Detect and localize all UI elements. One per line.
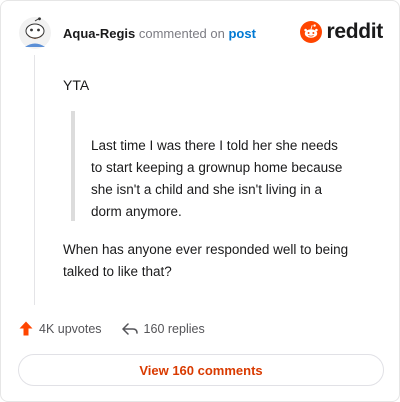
username-link[interactable]: Aqua-Regis bbox=[63, 26, 135, 41]
reddit-logo-icon bbox=[300, 21, 323, 43]
reddit-brand[interactable]: reddit bbox=[300, 20, 383, 44]
comment-header: Aqua-Regis commented on post bbox=[63, 26, 256, 41]
comment-actions: 4K upvotes 160 replies bbox=[19, 321, 205, 336]
quote-block: Last time I was there I told her she nee… bbox=[71, 111, 367, 221]
commented-on-text: commented on bbox=[138, 26, 225, 41]
post-link[interactable]: post bbox=[228, 26, 255, 41]
quote-line: she isn't a child and she isn't living i… bbox=[91, 182, 323, 197]
comment-text-first: YTA bbox=[63, 77, 90, 93]
upvote-count: 4K upvotes bbox=[39, 321, 102, 336]
reply-line: When has anyone ever responded well to b… bbox=[63, 242, 349, 257]
thread-line[interactable] bbox=[34, 55, 35, 305]
reply-arrow-icon bbox=[121, 322, 138, 335]
upvote-arrow-icon bbox=[19, 321, 33, 336]
reply-line: talked to like that? bbox=[63, 264, 172, 279]
view-comments-button[interactable]: View 160 comments bbox=[18, 354, 384, 386]
reddit-comment-card: Aqua-Regis commented on post reddit YTA … bbox=[0, 0, 400, 402]
reply-button[interactable]: 160 replies bbox=[121, 321, 205, 336]
user-avatar[interactable] bbox=[19, 17, 51, 49]
quote-line: Last time I was there I told her she nee… bbox=[91, 138, 338, 153]
quote-line: dorm anymore. bbox=[91, 204, 182, 219]
snoo-avatar-icon bbox=[19, 17, 51, 49]
comment-text-reply: When has anyone ever responded well to b… bbox=[63, 239, 383, 283]
quote-line: to start keeping a grownup home because bbox=[91, 160, 343, 175]
brand-wordmark: reddit bbox=[326, 20, 383, 43]
reply-count: 160 replies bbox=[143, 321, 205, 336]
upvote-button[interactable]: 4K upvotes bbox=[19, 321, 102, 336]
